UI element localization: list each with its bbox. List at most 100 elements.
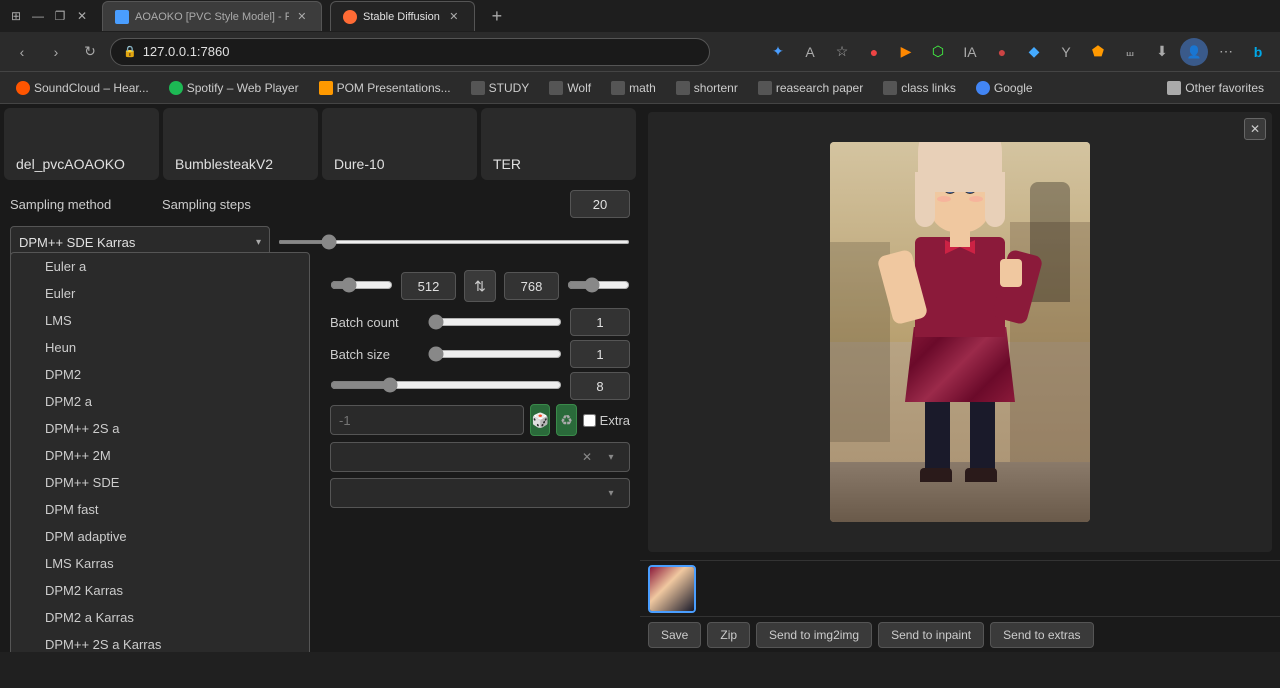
recycle-button[interactable]: ♻ <box>556 404 576 436</box>
dropdown-item-dpm2-karras[interactable]: DPM2 Karras <box>11 577 309 604</box>
batch-size-row: Batch size <box>330 340 630 368</box>
save-button[interactable]: Save <box>648 622 701 648</box>
batch-count-input[interactable] <box>570 308 630 336</box>
thumbnail-1[interactable] <box>648 565 696 613</box>
script-dropdown-2[interactable]: ▾ <box>330 478 630 508</box>
bookmark-wolf[interactable]: Wolf <box>541 78 599 98</box>
menu-button[interactable]: ⋯ <box>1212 38 1240 66</box>
url-box[interactable]: 🔒 127.0.0.1:7860 <box>110 38 710 66</box>
shorten-icon <box>676 81 690 95</box>
bookmark-soundcloud[interactable]: SoundCloud – Hear... <box>8 78 157 98</box>
bookmark-research[interactable]: reasearch paper <box>750 78 871 98</box>
steps-slider[interactable] <box>278 240 630 244</box>
forward-button[interactable]: › <box>42 38 70 66</box>
extra-checkbox[interactable] <box>583 414 596 427</box>
zip-button[interactable]: Zip <box>707 622 750 648</box>
new-tab-button[interactable]: + <box>483 2 511 30</box>
send-inpaint-button[interactable]: Send to inpaint <box>878 622 984 648</box>
maximize-button[interactable]: ❐ <box>52 8 68 24</box>
back-button[interactable]: ‹ <box>8 38 36 66</box>
bookmark-study[interactable]: STUDY <box>463 78 538 98</box>
bookmark-shorten[interactable]: shortenr <box>668 78 746 98</box>
extension-icon-3[interactable]: ● <box>860 38 888 66</box>
reload-button[interactable]: ↻ <box>76 38 104 66</box>
cfg-slider[interactable] <box>330 377 562 393</box>
wolf-icon <box>549 81 563 95</box>
extension-icon-2[interactable]: A <box>796 38 824 66</box>
model-card-bumble[interactable]: BumblesteakV2 <box>163 108 318 180</box>
dropdown-item-dpm2-a-karras[interactable]: DPM2 a Karras <box>11 604 309 631</box>
batch-count-slider[interactable] <box>428 314 562 330</box>
dropdown-item-lms[interactable]: LMS <box>11 307 309 334</box>
close-image-button[interactable]: ✕ <box>1244 118 1266 140</box>
tab-stable-diffusion[interactable]: Stable Diffusion ✕ <box>330 1 475 31</box>
extra-checkbox-label[interactable]: Extra <box>583 413 630 428</box>
dropdown-item-dpm-adaptive[interactable]: DPM adaptive <box>11 523 309 550</box>
extension-icon-10[interactable]: ⬟ <box>1084 38 1112 66</box>
char-blush-right <box>969 196 983 202</box>
bookmark-google[interactable]: Google <box>968 78 1041 98</box>
steps-input[interactable] <box>570 190 630 218</box>
dropdown-item-euler[interactable]: Euler <box>11 280 309 307</box>
bookmark-spotify[interactable]: Spotify – Web Player <box>161 78 307 98</box>
char-hand <box>1000 259 1022 287</box>
extension-icon-9[interactable]: Y <box>1052 38 1080 66</box>
bookmark-pom[interactable]: POM Presentations... <box>311 78 459 98</box>
seed-input[interactable] <box>330 405 524 435</box>
bookmark-class[interactable]: class links <box>875 78 964 98</box>
extensions-button[interactable]: ⧢ <box>1116 38 1144 66</box>
batch-size-slider[interactable] <box>428 346 562 362</box>
width-slider[interactable] <box>330 277 393 293</box>
extension-icon-4[interactable]: ▶ <box>892 38 920 66</box>
tab-grid-icon[interactable]: ⊞ <box>8 8 24 24</box>
bookmark-spotify-label: Spotify – Web Player <box>187 81 299 95</box>
send-img2img-button[interactable]: Send to img2img <box>756 622 872 648</box>
minimize-button[interactable]: — <box>30 8 46 24</box>
script-chevron-2-button[interactable]: ▾ <box>601 483 621 503</box>
math-icon <box>611 81 625 95</box>
floor <box>830 462 1090 522</box>
script-chevron-button[interactable]: ▾ <box>601 447 621 467</box>
dropdown-item-heun[interactable]: Heun <box>11 334 309 361</box>
close-button[interactable]: ✕ <box>74 8 90 24</box>
script-clear-button[interactable]: ✕ <box>577 447 597 467</box>
dropdown-item-dpmpp-2s-a-karras[interactable]: DPM++ 2S a Karras <box>11 631 309 652</box>
model-card-del[interactable]: del_pvcAOAOKO <box>4 108 159 180</box>
tab-close-aoaoko[interactable]: ✕ <box>295 9 309 25</box>
bookmark-more[interactable]: Other favorites <box>1159 78 1272 98</box>
cfg-input[interactable] <box>570 372 630 400</box>
send-extras-button[interactable]: Send to extras <box>990 622 1093 648</box>
extension-icon-1[interactable]: ✦ <box>764 38 792 66</box>
tab-aoaoko[interactable]: AOAOKO [PVC Style Model] - PV... ✕ <box>102 1 322 31</box>
dropdown-item-dpmpp-sde[interactable]: DPM++ SDE <box>11 469 309 496</box>
model-card-ter[interactable]: TER <box>481 108 636 180</box>
height-slider[interactable] <box>567 277 630 293</box>
star-icon[interactable]: ☆ <box>828 38 856 66</box>
batch-size-input[interactable] <box>570 340 630 368</box>
bookmark-math[interactable]: math <box>603 78 664 98</box>
height-input[interactable] <box>504 272 559 300</box>
width-input[interactable] <box>401 272 456 300</box>
dice-icon-button[interactable]: 🎲 <box>530 404 550 436</box>
avatar[interactable]: 👤 <box>1180 38 1208 66</box>
dropdown-item-dpm2-a[interactable]: DPM2 a <box>11 388 309 415</box>
browser-chrome: ⊞ — ❐ ✕ AOAOKO [PVC Style Model] - PV...… <box>0 0 1280 104</box>
dropdown-item-dpmpp-2s-a[interactable]: DPM++ 2S a <box>11 415 309 442</box>
steps-slider-container <box>278 240 630 244</box>
model-card-dure[interactable]: Dure-10 <box>322 108 477 180</box>
swap-button[interactable]: ⇅ <box>464 270 496 302</box>
dropdown-item-lms-karras[interactable]: LMS Karras <box>11 550 309 577</box>
extension-icon-8[interactable]: ◆ <box>1020 38 1048 66</box>
extension-icon-6[interactable]: IA <box>956 38 984 66</box>
dropdown-item-dpm-fast[interactable]: DPM fast <box>11 496 309 523</box>
download-icon[interactable]: ⬇ <box>1148 38 1176 66</box>
extension-icon-7[interactable]: ● <box>988 38 1016 66</box>
dropdown-item-dpm2[interactable]: DPM2 <box>11 361 309 388</box>
tab-close-sd[interactable]: ✕ <box>446 9 462 25</box>
dropdown-item-euler-a[interactable]: Euler a <box>11 253 309 280</box>
bing-icon[interactable]: b <box>1244 38 1272 66</box>
dropdown-item-dpmpp-2m[interactable]: DPM++ 2M <box>11 442 309 469</box>
dropdown-scrollable[interactable]: Euler a Euler LMS Heun DPM2 <box>11 253 309 652</box>
extension-icon-5[interactable]: ⬡ <box>924 38 952 66</box>
script-dropdown-1[interactable]: ✕ ▾ <box>330 442 630 472</box>
